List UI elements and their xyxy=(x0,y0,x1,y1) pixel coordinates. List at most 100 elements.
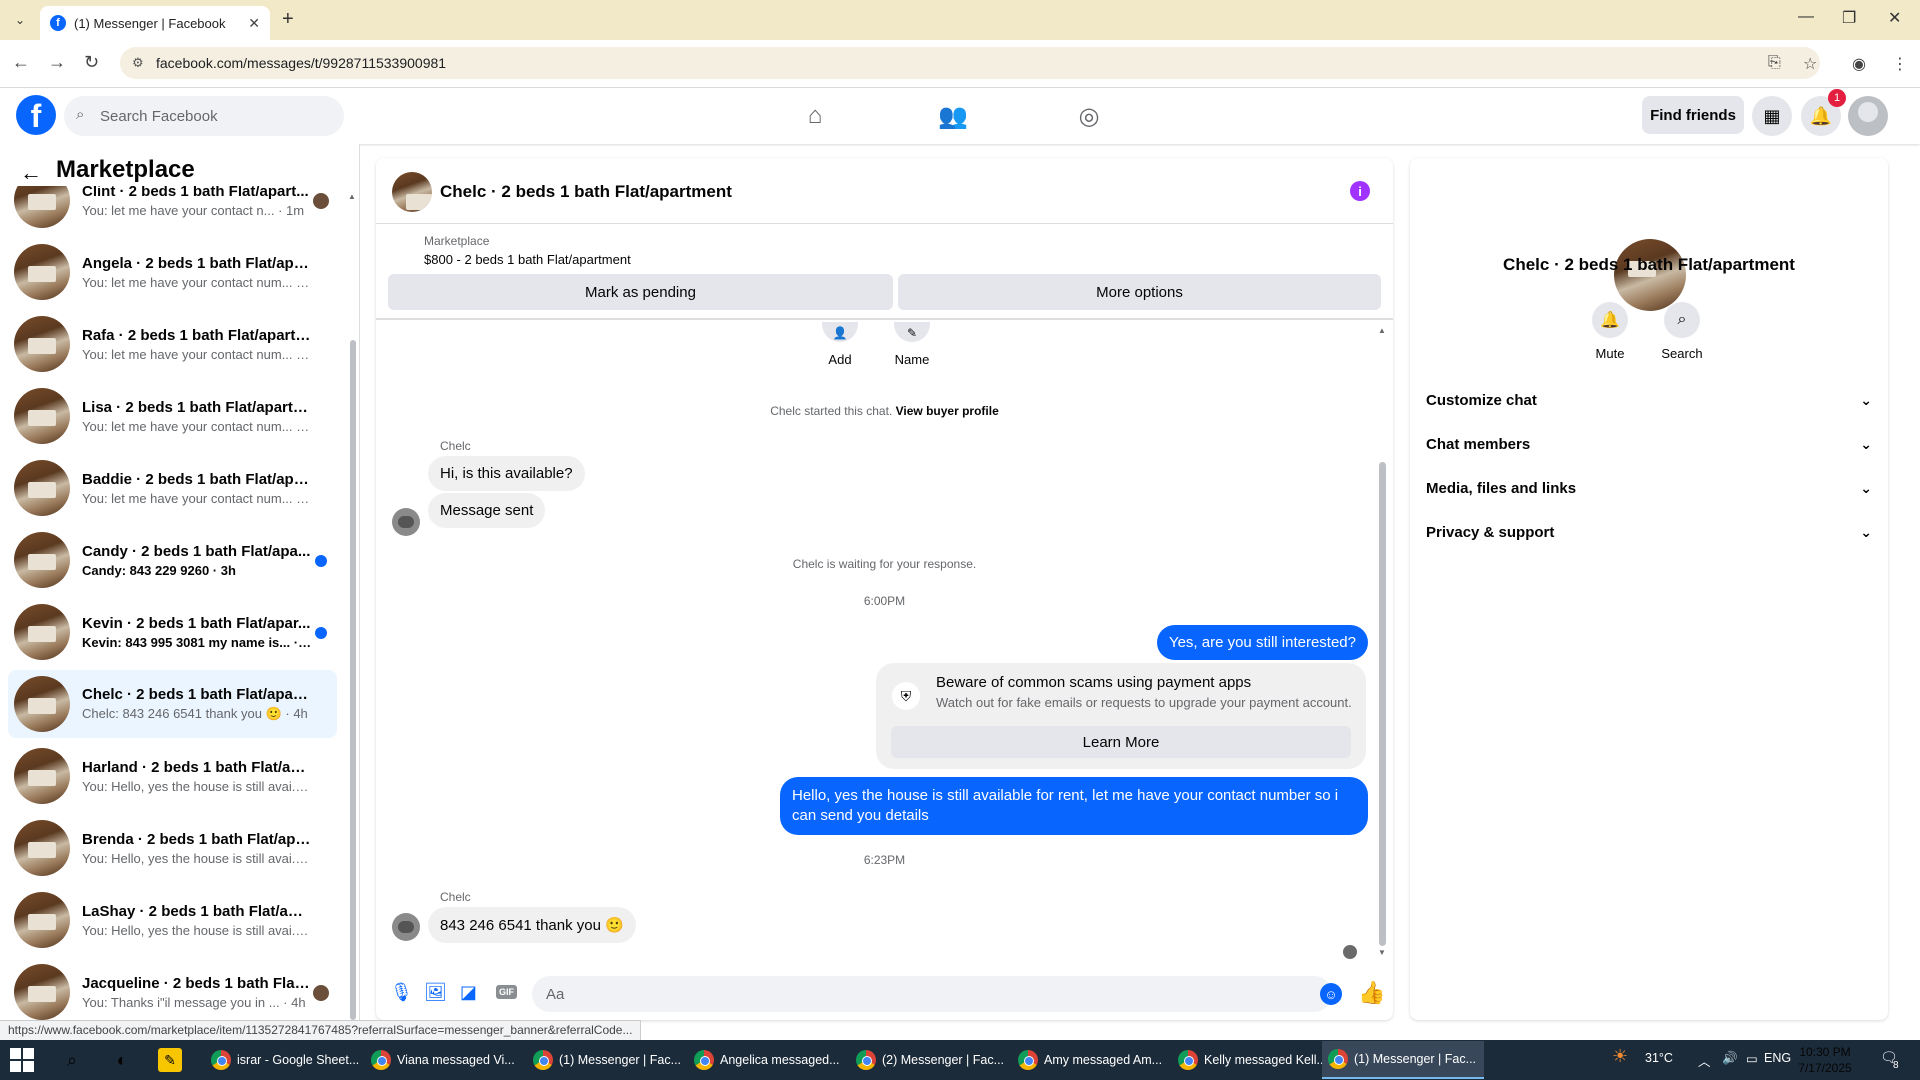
sticky-notes-icon[interactable]: ✎ xyxy=(158,1048,182,1072)
mute-button[interactable]: 🔔 Mute xyxy=(1575,302,1645,361)
profile-avatar[interactable] xyxy=(1614,239,1686,311)
menu-grid-icon[interactable]: ▦ xyxy=(1752,96,1792,136)
chat-avatar[interactable] xyxy=(392,172,432,212)
thumbs-up-icon[interactable]: 👍 xyxy=(1358,980,1385,1006)
privacy-support-section[interactable]: Privacy & support ⌄ xyxy=(1424,510,1874,554)
conversation-item[interactable]: Chelc · 2 beds 1 bath Flat/apart... Chelc… xyxy=(8,670,337,738)
weather-icon[interactable]: ☀ xyxy=(1612,1046,1628,1067)
mark-as-pending-button[interactable]: Mark as pending xyxy=(388,274,893,310)
install-app-icon[interactable]: ⎘ xyxy=(1768,54,1781,72)
profile-icon[interactable]: ◉ xyxy=(1852,54,1866,74)
sidebar-scrollbar[interactable] xyxy=(350,340,356,1020)
conversation-item[interactable]: Rafa · 2 beds 1 bath Flat/apartm... You: … xyxy=(8,310,337,378)
back-arrow-icon[interactable]: ← xyxy=(20,160,42,186)
chevron-down-icon: ⌄ xyxy=(1860,435,1872,452)
conversation-item[interactable]: Lisa · 2 beds 1 bath Flat/apartme... You:… xyxy=(8,382,337,450)
chat-scrollbar[interactable] xyxy=(1379,462,1386,946)
taskbar-app[interactable]: (1) Messenger | Fac... xyxy=(527,1041,682,1079)
incoming-message[interactable]: 843 246 6541 thank you 🙂 xyxy=(428,907,636,943)
app-icon[interactable]: ◐ xyxy=(108,1046,136,1074)
conversation-item[interactable]: Baddie · 2 beds 1 bath Flat/apart... You:… xyxy=(8,454,337,522)
photo-icon[interactable]: 🖼 xyxy=(424,982,447,1003)
language[interactable]: ENG xyxy=(1764,1051,1791,1065)
message-input[interactable] xyxy=(532,976,1332,1012)
browser-menu-icon[interactable]: ⋮ xyxy=(1892,54,1908,74)
search-chat-button[interactable]: ⌕ Search xyxy=(1647,302,1717,361)
search-icon[interactable]: ⌕ xyxy=(58,1046,86,1074)
taskbar-app[interactable]: Angelica messaged... xyxy=(688,1041,843,1079)
conversation-item[interactable]: Jacqueline · 2 beds 1 bath Flat... You: T… xyxy=(8,958,337,1020)
incoming-message[interactable]: Hi, is this available? xyxy=(428,456,585,491)
tab-close-icon[interactable]: ✕ xyxy=(248,15,260,32)
windows-start-icon[interactable] xyxy=(10,1048,34,1072)
network-icon[interactable]: ▭ xyxy=(1746,1051,1758,1066)
temperature[interactable]: 31°C xyxy=(1645,1051,1673,1065)
restore-icon[interactable]: ❐ xyxy=(1842,8,1856,28)
new-tab-icon[interactable]: + xyxy=(282,8,294,31)
groups-icon[interactable]: ◎ xyxy=(1069,100,1109,132)
home-icon[interactable]: ⌂ xyxy=(795,100,835,132)
taskbar-app[interactable]: (2) Messenger | Fac... xyxy=(850,1041,1005,1079)
conversation-avatar xyxy=(14,964,70,1020)
media-files-links-section[interactable]: Media, files and links ⌄ xyxy=(1424,466,1874,510)
outgoing-message[interactable]: Yes, are you still interested? xyxy=(1156,625,1368,660)
friends-icon[interactable]: 👥 xyxy=(933,100,973,132)
name-action[interactable]: ✎ Name xyxy=(862,322,962,367)
view-buyer-profile-link[interactable]: View buyer profile xyxy=(896,404,999,418)
browser-tab[interactable]: f (1) Messenger | Facebook ✕ xyxy=(40,6,270,40)
search-icon: ⌕ xyxy=(1664,302,1700,338)
taskbar-app[interactable]: (1) Messenger | Fac... xyxy=(1322,1041,1484,1079)
back-icon[interactable]: ← xyxy=(12,52,30,73)
chat-scroll-down-icon[interactable]: ▼ xyxy=(1378,948,1386,957)
tab-search-chevron-icon[interactable]: ⌄ xyxy=(8,8,32,32)
minimize-icon[interactable]: — xyxy=(1798,8,1814,26)
account-avatar[interactable] xyxy=(1848,96,1888,136)
customize-chat-section[interactable]: Customize chat ⌄ xyxy=(1424,378,1874,422)
conversation-item[interactable]: Kevin · 2 beds 1 bath Flat/apar... Kevin:… xyxy=(8,598,337,666)
sticker-icon[interactable]: ◪ xyxy=(460,982,477,1003)
taskbar-app[interactable]: Viana messaged Vi... xyxy=(365,1041,520,1079)
conversation-item[interactable]: Candy · 2 beds 1 bath Flat/apa... Candy: … xyxy=(8,526,337,594)
taskbar-app[interactable]: Kelly messaged Kell... xyxy=(1172,1041,1327,1079)
chat-title[interactable]: Chelc · 2 beds 1 bath Flat/apartment xyxy=(440,182,732,202)
facebook-logo[interactable]: f xyxy=(16,95,56,135)
url-text: facebook.com/messages/t/9928711533900981 xyxy=(156,55,447,71)
more-options-button[interactable]: More options xyxy=(898,274,1381,310)
reload-icon[interactable]: ↻ xyxy=(84,52,99,73)
microphone-icon[interactable]: 🎙 xyxy=(390,982,413,1003)
info-icon[interactable]: i xyxy=(1350,181,1370,201)
gif-icon[interactable]: GIF xyxy=(496,985,517,999)
incoming-message[interactable]: Message sent xyxy=(428,493,546,528)
find-friends-button[interactable]: Find friends xyxy=(1642,96,1744,134)
conversation-item[interactable]: Harland · 2 beds 1 bath Flat/apa... You: … xyxy=(8,742,337,810)
conversation-item[interactable]: Angela · 2 beds 1 bath Flat/apart... You:… xyxy=(8,238,337,306)
conversation-name: Candy · 2 beds 1 bath Flat/apa... xyxy=(82,542,311,560)
window-close-icon[interactable]: ✕ xyxy=(1888,8,1901,28)
scroll-up-arrow-icon[interactable]: ▲ xyxy=(348,192,356,201)
conversation-item[interactable]: Brenda · 2 beds 1 bath Flat/apar... You: … xyxy=(8,814,337,882)
emoji-icon[interactable]: ☺ xyxy=(1320,983,1342,1005)
show-hidden-icons-icon[interactable]: ︿ xyxy=(1698,1051,1711,1070)
sender-avatar[interactable] xyxy=(392,913,420,941)
conversation-item[interactable]: LaShay · 2 beds 1 bath Flat/apart... You:… xyxy=(8,886,337,954)
volume-icon[interactable]: 🔊 xyxy=(1722,1051,1738,1066)
forward-icon[interactable]: → xyxy=(48,52,66,73)
search-icon: ⌕ xyxy=(76,106,85,123)
listing-price-title[interactable]: $800 - 2 beds 1 bath Flat/apartment xyxy=(424,252,631,267)
outgoing-message[interactable]: Hello, yes the house is still available … xyxy=(780,777,1368,835)
divider xyxy=(376,318,1393,320)
taskbar-app-label: Angelica messaged... xyxy=(720,1053,840,1067)
system-clock[interactable]: 10:30 PM 7/17/2025 xyxy=(1790,1044,1860,1076)
address-bar[interactable]: ⚙ facebook.com/messages/t/99287115339009… xyxy=(120,47,1820,79)
facebook-search[interactable]: ⌕ Search Facebook xyxy=(64,96,344,136)
taskbar-app[interactable]: Amy messaged Am... xyxy=(1012,1041,1167,1079)
bookmark-star-icon[interactable]: ☆ xyxy=(1803,54,1817,74)
chat-members-section[interactable]: Chat members ⌄ xyxy=(1424,422,1874,466)
seen-indicator-avatar xyxy=(1343,945,1357,959)
chat-scroll-up-icon[interactable]: ▲ xyxy=(1378,326,1386,335)
site-info-icon[interactable]: ⚙ xyxy=(132,55,144,71)
conversation-item[interactable]: Clint · 2 beds 1 bath Flat/apart... You: … xyxy=(8,186,337,234)
learn-more-button[interactable]: Learn More xyxy=(891,726,1351,758)
taskbar-app[interactable]: israr - Google Sheet... xyxy=(205,1041,360,1079)
sender-avatar[interactable] xyxy=(392,508,420,536)
